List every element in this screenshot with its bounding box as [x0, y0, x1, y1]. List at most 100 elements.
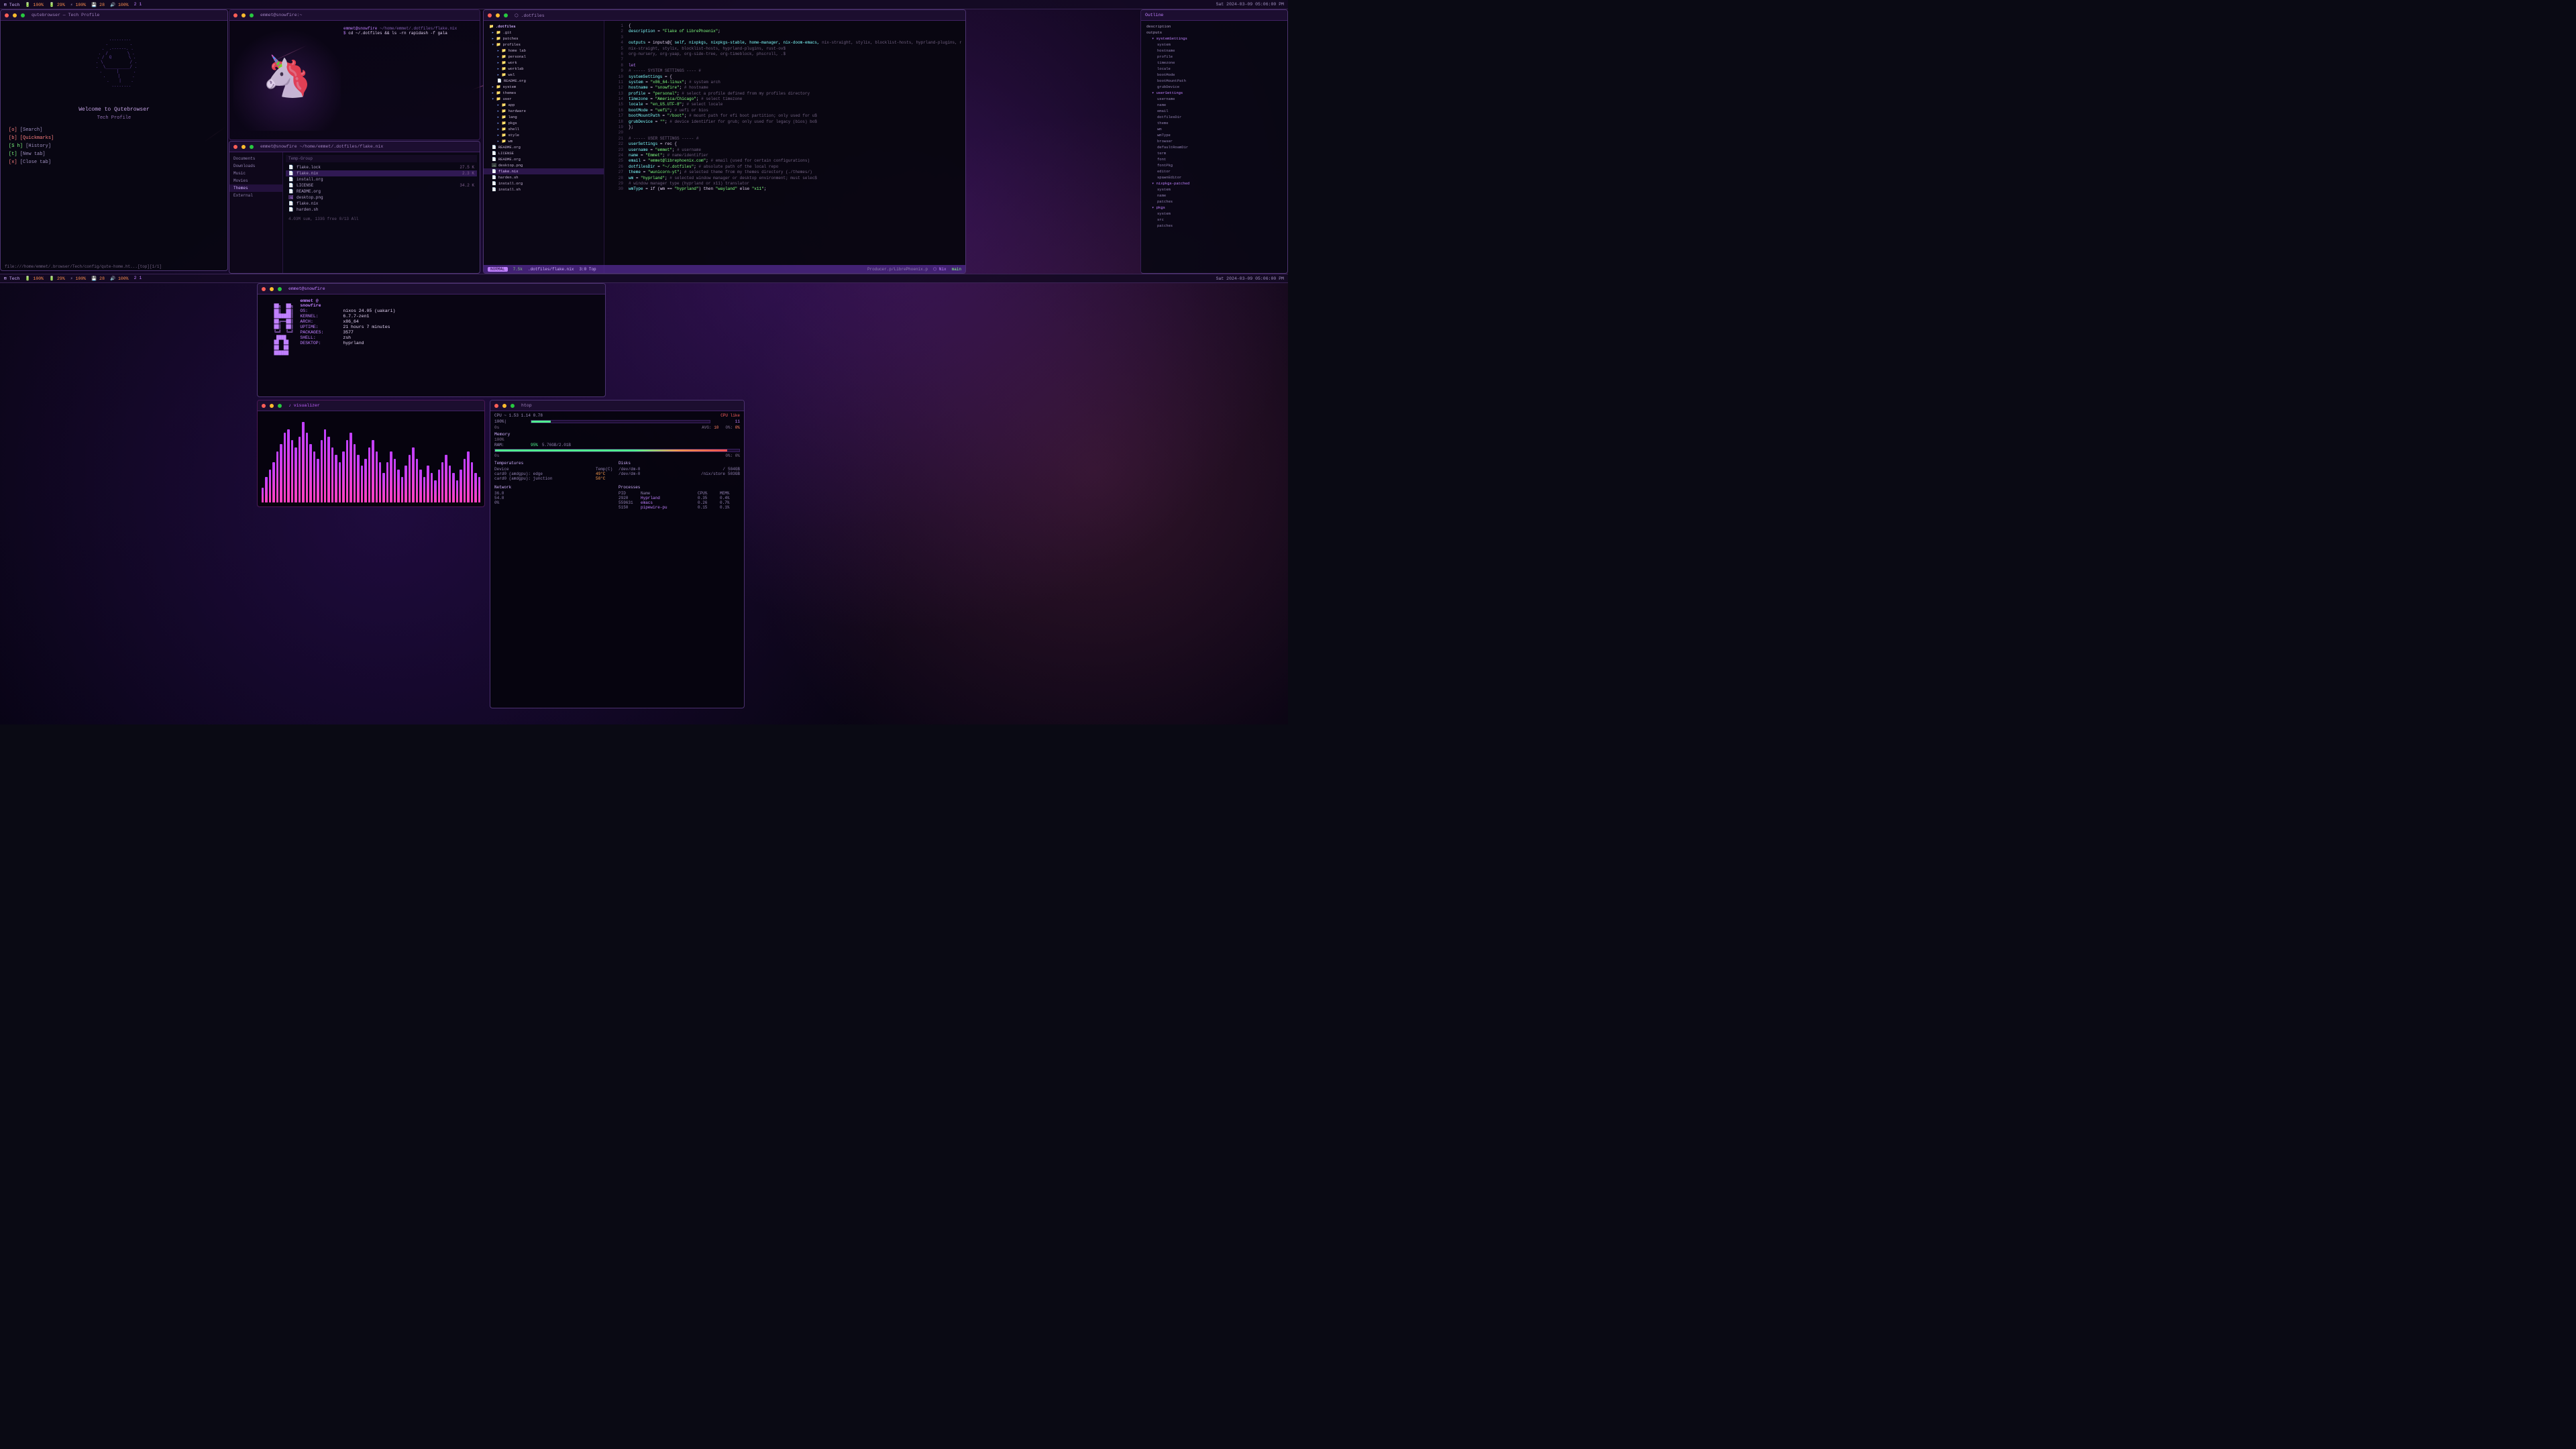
- viz-max[interactable]: [278, 404, 282, 408]
- tree-worklab[interactable]: ▸ 📁 worklab: [484, 66, 604, 72]
- outline-theme[interactable]: theme: [1141, 120, 1287, 126]
- tree-readme2[interactable]: 📄 README.org: [484, 144, 604, 150]
- tree-hardensh[interactable]: 📄 harden.sh: [484, 174, 604, 180]
- sidebar-music[interactable]: Music: [229, 170, 282, 177]
- outline-system[interactable]: system: [1141, 42, 1287, 48]
- sidebar-external[interactable]: External: [229, 192, 282, 199]
- file-row-license[interactable]: 📄 LICENSE 34.2 K: [286, 182, 477, 189]
- tree-homelab[interactable]: ▸ 📁 home lab: [484, 48, 604, 54]
- outline-font[interactable]: font: [1141, 156, 1287, 162]
- nf-close[interactable]: [262, 287, 266, 291]
- tree-patches[interactable]: ▸ 📁 patches: [484, 36, 604, 42]
- nf-max[interactable]: [278, 287, 282, 291]
- outline-np-patches[interactable]: patches: [1141, 199, 1287, 205]
- tree-app[interactable]: ▸ 📁 app: [484, 102, 604, 108]
- tree-personal[interactable]: ▸ 📁 personal: [484, 54, 604, 60]
- outline-timezone[interactable]: timezone: [1141, 60, 1287, 66]
- outline-pkgs-patches[interactable]: patches: [1141, 223, 1287, 229]
- outline-np-system[interactable]: system: [1141, 186, 1287, 193]
- file-row-flakenix[interactable]: 📄 flake.nix 2.3 K: [286, 170, 477, 176]
- outline-nixpkgspatched[interactable]: ▾ nixpkgs-patched: [1141, 180, 1287, 186]
- htop-max[interactable]: [511, 404, 515, 408]
- outline-usersettings[interactable]: ▾ userSettings: [1141, 90, 1287, 96]
- nvim-max[interactable]: [504, 13, 508, 17]
- outline-editor[interactable]: editor: [1141, 168, 1287, 174]
- outline-bootmode[interactable]: bootMode: [1141, 72, 1287, 78]
- sidebar-downloads[interactable]: Downloads: [229, 162, 282, 170]
- outline-defaultroamdir[interactable]: defaultRoamDir: [1141, 144, 1287, 150]
- outline-pkgs-src[interactable]: src: [1141, 217, 1287, 223]
- tree-pkgs[interactable]: ▸ 📁 pkgs: [484, 120, 604, 126]
- outline-locale[interactable]: locale: [1141, 66, 1287, 72]
- outline-name[interactable]: name: [1141, 102, 1287, 108]
- outline-bootmountpath[interactable]: bootMountPath: [1141, 78, 1287, 84]
- sidebar-themes[interactable]: Themes: [229, 184, 282, 192]
- files-max[interactable]: [250, 145, 254, 149]
- outline-browser[interactable]: browser: [1141, 138, 1287, 144]
- outline-outputs[interactable]: outputs: [1141, 30, 1287, 36]
- tree-shell[interactable]: ▸ 📁 shell: [484, 126, 604, 132]
- nvim-min[interactable]: [496, 13, 500, 17]
- outline-profile[interactable]: profile: [1141, 54, 1287, 60]
- sidebar-movies[interactable]: Movies: [229, 177, 282, 184]
- close-btn[interactable]: [5, 13, 9, 17]
- outline-email[interactable]: email: [1141, 108, 1287, 114]
- qute-quickmarks[interactable]: [b] [Quickmarks]: [9, 134, 219, 142]
- nvim-close[interactable]: [488, 13, 492, 17]
- files-close[interactable]: [233, 145, 237, 149]
- outline-systemsettings[interactable]: ▾ systemSettings: [1141, 36, 1287, 42]
- viz-min[interactable]: [270, 404, 274, 408]
- file-row-readmeorg[interactable]: 📄 README.org: [286, 189, 477, 195]
- outline-pkgs[interactable]: ▾ pkgs: [1141, 205, 1287, 211]
- tree-readme-profiles[interactable]: 📄 README.org: [484, 78, 604, 84]
- outline-fontpkg[interactable]: fontPkg: [1141, 162, 1287, 168]
- tree-git[interactable]: ▸ 📁 .git: [484, 30, 604, 36]
- tree-installsh[interactable]: 📄 install.sh: [484, 186, 604, 193]
- pixel-min[interactable]: [241, 13, 246, 17]
- htop-min[interactable]: [502, 404, 506, 408]
- min-btn[interactable]: [13, 13, 17, 17]
- qute-newtab[interactable]: [t] [New tab]: [9, 150, 219, 158]
- tree-profiles[interactable]: ▾ 📁 profiles: [484, 42, 604, 48]
- outline-dotfilesdir[interactable]: dotfilesDir: [1141, 114, 1287, 120]
- outline-grubdevice[interactable]: grubDevice: [1141, 84, 1287, 90]
- file-row-hardensh[interactable]: 📄 harden.sh: [286, 207, 477, 213]
- qute-history[interactable]: [S h] [History]: [9, 142, 219, 150]
- tree-style[interactable]: ▸ 📁 style: [484, 132, 604, 138]
- nf-min[interactable]: [270, 287, 274, 291]
- tree-system[interactable]: ▸ 📁 system: [484, 84, 604, 90]
- tree-wm[interactable]: ▸ 📁 wm: [484, 138, 604, 144]
- tree-installorg[interactable]: 📄 install.org: [484, 180, 604, 186]
- file-row-installorg[interactable]: 📄 install.org: [286, 176, 477, 182]
- file-row-desktop[interactable]: 🖼 desktop.png: [286, 195, 477, 201]
- tree-wsl[interactable]: ▸ 📁 wsl: [484, 72, 604, 78]
- tree-hardware[interactable]: ▸ 📁 hardware: [484, 108, 604, 114]
- tree-readmeorg[interactable]: 📄 README.org: [484, 156, 604, 162]
- nvim-editor-pane[interactable]: 1 { 2 description = "Flake of LibrePhoen…: [604, 21, 965, 273]
- file-row-flakenix2[interactable]: 📄 flake.nix: [286, 201, 477, 207]
- outline-wmtype[interactable]: wmType: [1141, 132, 1287, 138]
- outline-hostname[interactable]: hostname: [1141, 48, 1287, 54]
- pixel-max[interactable]: [250, 13, 254, 17]
- files-min[interactable]: [241, 145, 246, 149]
- outline-username[interactable]: username: [1141, 96, 1287, 102]
- viz-close[interactable]: [262, 404, 266, 408]
- outline-description[interactable]: description: [1141, 23, 1287, 30]
- max-btn[interactable]: [21, 13, 25, 17]
- outline-spawneditor[interactable]: spawnEditor: [1141, 174, 1287, 180]
- file-row-flakelock[interactable]: 📄 flake.lock 27.5 K: [286, 164, 477, 170]
- outline-np-name[interactable]: name: [1141, 193, 1287, 199]
- outline-term[interactable]: term: [1141, 150, 1287, 156]
- tree-themes[interactable]: ▸ 📁 themes: [484, 90, 604, 96]
- qute-closetab[interactable]: [x] [Close tab]: [9, 158, 219, 166]
- qute-search[interactable]: [o] [Search]: [9, 126, 219, 134]
- pixel-close[interactable]: [233, 13, 237, 17]
- sidebar-documents[interactable]: Documents: [229, 155, 282, 162]
- tree-lang[interactable]: ▸ 📁 lang: [484, 114, 604, 120]
- tree-user[interactable]: ▾ 📁 user: [484, 96, 604, 102]
- htop-close[interactable]: [494, 404, 498, 408]
- tree-work[interactable]: ▸ 📁 work: [484, 60, 604, 66]
- tree-desktoppng[interactable]: 🖼 desktop.png: [484, 162, 604, 168]
- outline-pkgs-system[interactable]: system: [1141, 211, 1287, 217]
- tree-flakenix[interactable]: 📄 flake.nix: [484, 168, 604, 174]
